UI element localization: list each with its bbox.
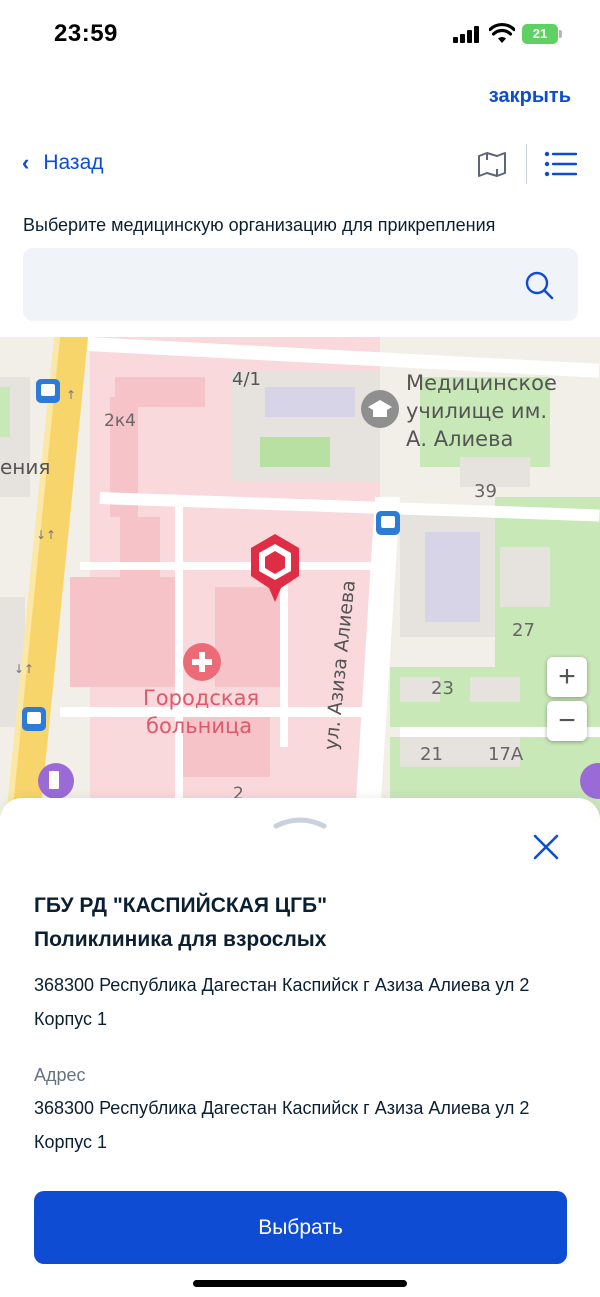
close-icon[interactable]: [530, 831, 562, 863]
back-button[interactable]: ‹ Назад: [22, 150, 104, 176]
search-box: [23, 248, 578, 321]
map-label: 21: [420, 744, 443, 765]
address-label: Адрес: [34, 1065, 86, 1085]
nav-divider: [526, 144, 527, 184]
close-link[interactable]: закрыть: [489, 85, 571, 108]
map-label: А. Алиева: [406, 427, 514, 451]
sheet-handle-icon[interactable]: [272, 812, 328, 830]
map-label: 17А: [488, 744, 524, 765]
chevron-left-icon: ‹: [22, 150, 30, 175]
organization-name: ГБУ РД "КАСПИЙСКАЯ ЦГБ": [34, 894, 328, 917]
svg-text:↓↑: ↓↑: [36, 528, 56, 542]
svg-text:↓↑: ↓↑: [14, 662, 34, 676]
svg-text:↑: ↑: [66, 388, 76, 402]
search-input[interactable]: [23, 248, 503, 321]
nav-bar: ‹ Назад: [0, 140, 600, 190]
cellular-signal-icon: [453, 25, 481, 43]
map-label: 27: [512, 620, 535, 641]
map-label: 39: [474, 481, 497, 502]
organization-address: 368300 Республика Дагестан Каспийск г Аз…: [34, 975, 530, 1029]
select-button[interactable]: Выбрать: [34, 1191, 567, 1264]
list-view-icon[interactable]: [543, 148, 577, 180]
zoom-in-button[interactable]: +: [547, 657, 587, 697]
organization-unit: Поликлиника для взрослых: [34, 928, 327, 951]
battery-level: 21: [522, 24, 558, 44]
hospital-label: Городская: [143, 686, 260, 710]
status-bar: 23:59 21: [0, 0, 600, 70]
map-label: 23: [431, 678, 454, 699]
map-label: 2к4: [104, 411, 136, 431]
wifi-icon: [489, 22, 515, 43]
home-indicator[interactable]: [193, 1280, 407, 1287]
status-time: 23:59: [54, 20, 118, 47]
hospital-label: больница: [146, 714, 253, 738]
address-value: 368300 Республика Дагестан Каспийск г Аз…: [34, 1098, 530, 1152]
map-label: училище им.: [406, 399, 548, 423]
map-label: 4/1: [232, 369, 261, 390]
map-label: Медицинское: [406, 371, 557, 395]
organization-sheet: ГБУ РД "КАСПИЙСКАЯ ЦГБ" Поликлиника для …: [0, 798, 600, 1297]
location-marker-icon[interactable]: [247, 532, 303, 604]
back-label: Назад: [43, 151, 104, 174]
search-icon[interactable]: [524, 270, 554, 300]
zoom-out-button[interactable]: −: [547, 701, 587, 741]
map[interactable]: ↑ ↓↑ ↓↑ 4/1 2к4 Медицинское училище им. …: [0, 337, 600, 817]
map-label: ения: [0, 455, 51, 479]
battery-icon: 21: [522, 24, 562, 44]
page-prompt: Выберите медицинскую организацию для при…: [23, 215, 496, 235]
map-view-icon[interactable]: [476, 148, 508, 180]
